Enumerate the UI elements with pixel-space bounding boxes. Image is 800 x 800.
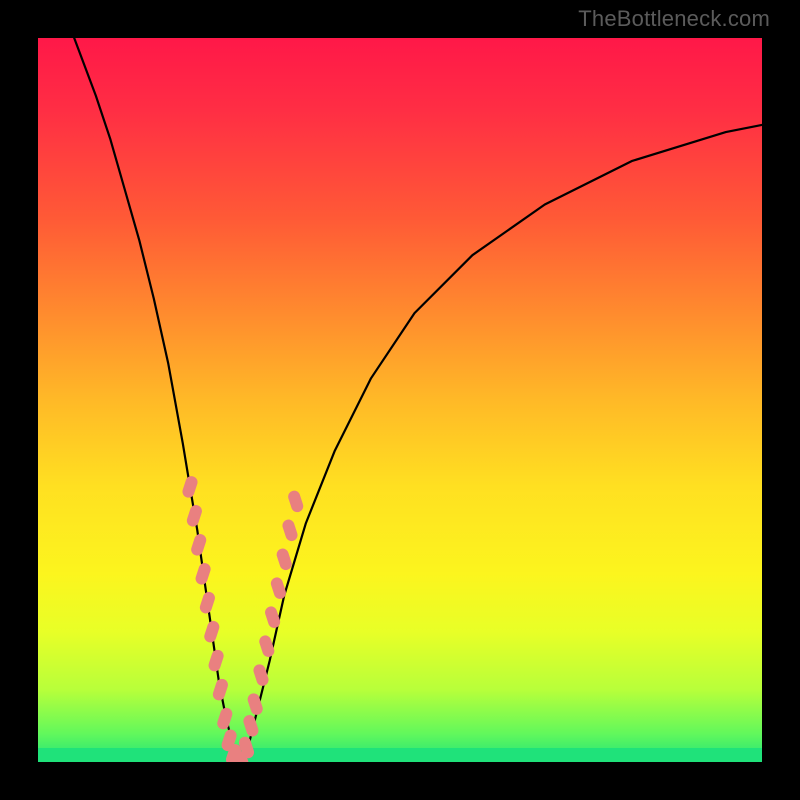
watermark-text: TheBottleneck.com — [578, 6, 770, 32]
marker-group — [181, 475, 305, 762]
curve-marker — [194, 561, 212, 586]
chart-frame: TheBottleneck.com — [0, 0, 800, 800]
curve-marker — [190, 532, 208, 557]
curve-marker — [207, 648, 225, 673]
plot-area — [38, 38, 762, 762]
curve-marker — [181, 475, 199, 500]
curve-marker — [281, 518, 299, 543]
curve-marker — [287, 489, 305, 514]
curve-marker — [198, 590, 216, 615]
bottleneck-curve-path — [74, 38, 762, 762]
curve-layer — [38, 38, 762, 762]
curve-marker — [275, 547, 293, 572]
curve-marker — [242, 713, 260, 738]
curve-marker — [216, 706, 234, 731]
curve-marker — [211, 677, 229, 702]
curve-marker — [185, 503, 203, 528]
curve-marker — [203, 619, 221, 644]
